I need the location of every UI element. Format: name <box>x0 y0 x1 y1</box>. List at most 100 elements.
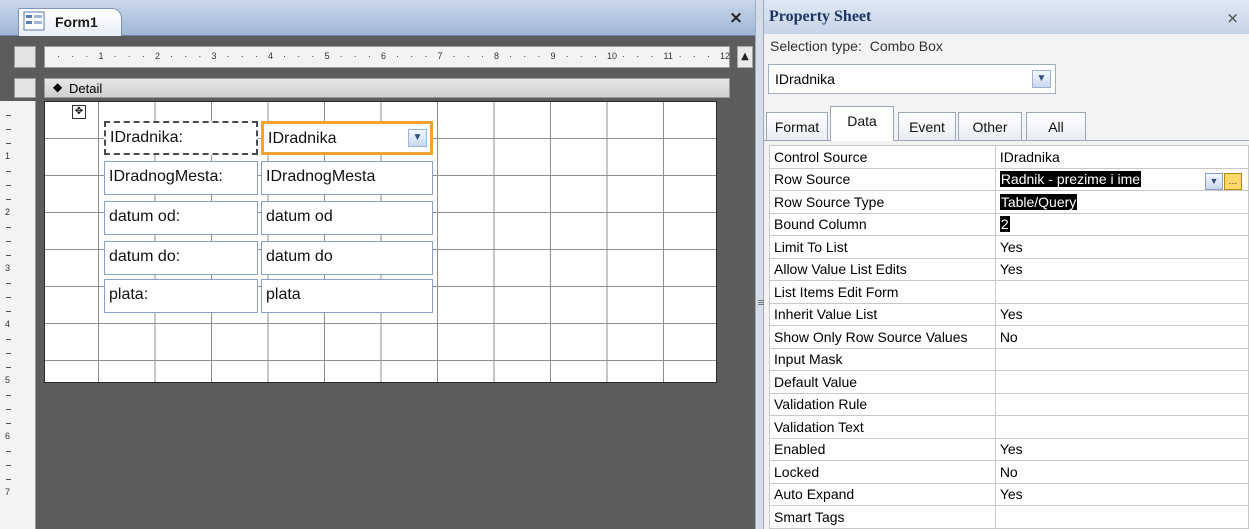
property-row[interactable]: Show Only Row Source Values No <box>769 325 1249 349</box>
property-value[interactable]: 2 <box>994 212 1249 236</box>
property-name: Validation Text <box>769 415 996 439</box>
property-row[interactable]: Allow Value List Edits Yes <box>769 257 1249 281</box>
property-value[interactable]: Yes <box>994 437 1249 461</box>
ruler-number: 7 <box>5 487 11 497</box>
property-row[interactable]: Validation Rule <box>769 392 1249 416</box>
property-value[interactable] <box>994 370 1249 394</box>
detail-grid[interactable]: ✥ IDradnika: IDradnika ▼ IDradnogMesta: … <box>44 101 717 383</box>
property-value[interactable]: No <box>994 460 1249 484</box>
property-row[interactable]: Validation Text <box>769 415 1249 439</box>
object-selector-value: IDradnika <box>775 71 835 87</box>
property-row[interactable]: Smart Tags <box>769 505 1249 529</box>
property-name: Inherit Value List <box>769 302 996 326</box>
ruler-tick <box>6 479 11 480</box>
ruler-tick <box>6 185 11 186</box>
tab-data[interactable]: Data <box>830 106 894 141</box>
tab-format[interactable]: Format <box>766 112 828 140</box>
form-selector[interactable] <box>14 46 36 68</box>
label-plata[interactable]: plata: <box>104 279 258 313</box>
property-row[interactable]: Row Source Type Table/Query <box>769 190 1249 214</box>
property-row[interactable]: Limit To List Yes <box>769 235 1249 259</box>
ruler-tick <box>6 423 11 424</box>
property-row[interactable]: Default Value <box>769 370 1249 394</box>
textbox-datum-od[interactable]: datum od <box>261 201 433 235</box>
property-name: Input Mask <box>769 347 996 371</box>
ruler-number: 2 <box>155 51 161 61</box>
ruler-tick <box>6 227 11 228</box>
property-row[interactable]: Control Source IDradnika <box>769 145 1249 169</box>
property-value-text: Yes <box>999 306 1023 323</box>
label-idradnogmesta[interactable]: IDradnogMesta: <box>104 161 258 195</box>
property-value[interactable] <box>994 280 1249 304</box>
ruler-tick: · <box>424 51 428 61</box>
property-name: Show Only Row Source Values <box>769 325 996 349</box>
property-row[interactable]: List Items Edit Form <box>769 280 1249 304</box>
property-value[interactable] <box>994 505 1249 529</box>
property-value[interactable] <box>994 392 1249 416</box>
property-value-text: No <box>999 328 1018 345</box>
property-row[interactable]: Input Mask <box>769 347 1249 371</box>
property-value-text: No <box>999 463 1018 480</box>
property-row[interactable]: Enabled Yes <box>769 437 1249 461</box>
property-row[interactable]: Locked No <box>769 460 1249 484</box>
close-form-icon[interactable]: × <box>725 7 747 29</box>
property-value[interactable]: IDradnika <box>994 145 1249 169</box>
textbox-plata[interactable]: plata <box>261 279 433 313</box>
property-value[interactable]: Yes <box>994 302 1249 326</box>
ruler-tick <box>6 129 11 130</box>
ruler-tick <box>6 395 11 396</box>
textbox-datum-do[interactable]: datum do <box>261 241 433 275</box>
ruler-tick: · <box>692 51 696 61</box>
section-selector[interactable] <box>14 78 36 98</box>
dropdown-arrow-icon[interactable]: ▼ <box>1205 172 1223 190</box>
property-value-text: Yes <box>999 441 1023 458</box>
selection-type-label: Selection type: <box>770 38 862 54</box>
property-value[interactable]: Table/Query <box>994 190 1249 214</box>
tab-other[interactable]: Other <box>958 112 1022 140</box>
property-name: Smart Tags <box>769 505 996 529</box>
detail-section-bar[interactable]: ◆ Detail <box>44 78 730 98</box>
property-value[interactable]: No <box>994 325 1249 349</box>
label-idradnika[interactable]: IDradnika: <box>104 121 258 155</box>
property-value[interactable]: Radnik - prezime i ime ▼… <box>994 167 1249 191</box>
tab-event[interactable]: Event <box>898 112 956 140</box>
dropdown-arrow-icon[interactable]: ▼ <box>408 129 427 147</box>
section-arrow-icon: ◆ <box>53 80 63 94</box>
object-selector-combo[interactable]: IDradnika ▼ <box>768 64 1056 94</box>
combo-idradnika[interactable]: IDradnika ▼ <box>261 121 433 155</box>
property-row[interactable]: Auto Expand Yes <box>769 482 1249 506</box>
combo-field-text: IDradnika <box>268 130 337 147</box>
label-datum-do[interactable]: datum do: <box>104 241 258 275</box>
scroll-up-arrow-icon[interactable]: ▲ <box>737 46 753 68</box>
tab-all[interactable]: All <box>1026 112 1086 140</box>
property-row[interactable]: Row Source Radnik - prezime i ime ▼… <box>769 167 1249 191</box>
move-handle-icon[interactable]: ✥ <box>72 105 86 119</box>
property-row[interactable]: Bound Column 2 <box>769 212 1249 236</box>
ruler-tick: · <box>622 51 626 61</box>
ruler-tick <box>6 311 11 312</box>
form1-tab[interactable]: Form1 <box>18 8 122 37</box>
property-value[interactable]: Yes <box>994 482 1249 506</box>
label-datum-od[interactable]: datum od: <box>104 201 258 235</box>
property-sheet: Property Sheet × Selection type: Combo B… <box>764 0 1249 529</box>
vertical-ruler[interactable]: 1 2 3 4 5 6 7 <box>0 101 36 529</box>
horizontal-ruler[interactable]: · · · 1 · · · 2 · · · 3 · · · 4 · · · 5 · · · 6 · · · 7 · · · 8 · · · 9 · · · 1… <box>44 46 730 68</box>
close-property-sheet-icon[interactable]: × <box>1226 9 1239 27</box>
ruler-number: 4 <box>5 319 11 329</box>
dropdown-arrow-icon[interactable]: ▼ <box>1032 70 1051 88</box>
builder-ellipsis-icon[interactable]: … <box>1224 172 1242 190</box>
ruler-number: 2 <box>5 207 11 217</box>
property-value[interactable] <box>994 347 1249 371</box>
property-value[interactable] <box>994 415 1249 439</box>
ruler-number: 9 <box>550 51 556 61</box>
ruler-tick: · <box>537 51 541 61</box>
ruler-tick: · <box>579 51 583 61</box>
ruler-number: 10 <box>607 51 618 61</box>
pane-splitter[interactable]: ≡ <box>755 0 766 529</box>
textbox-idradnogmesta[interactable]: IDradnogMesta <box>261 161 433 195</box>
property-value[interactable]: Yes <box>994 257 1249 281</box>
property-value[interactable]: Yes <box>994 235 1249 259</box>
property-row[interactable]: Inherit Value List Yes <box>769 302 1249 326</box>
property-name: List Items Edit Form <box>769 280 996 304</box>
ruler-tick <box>6 143 11 144</box>
